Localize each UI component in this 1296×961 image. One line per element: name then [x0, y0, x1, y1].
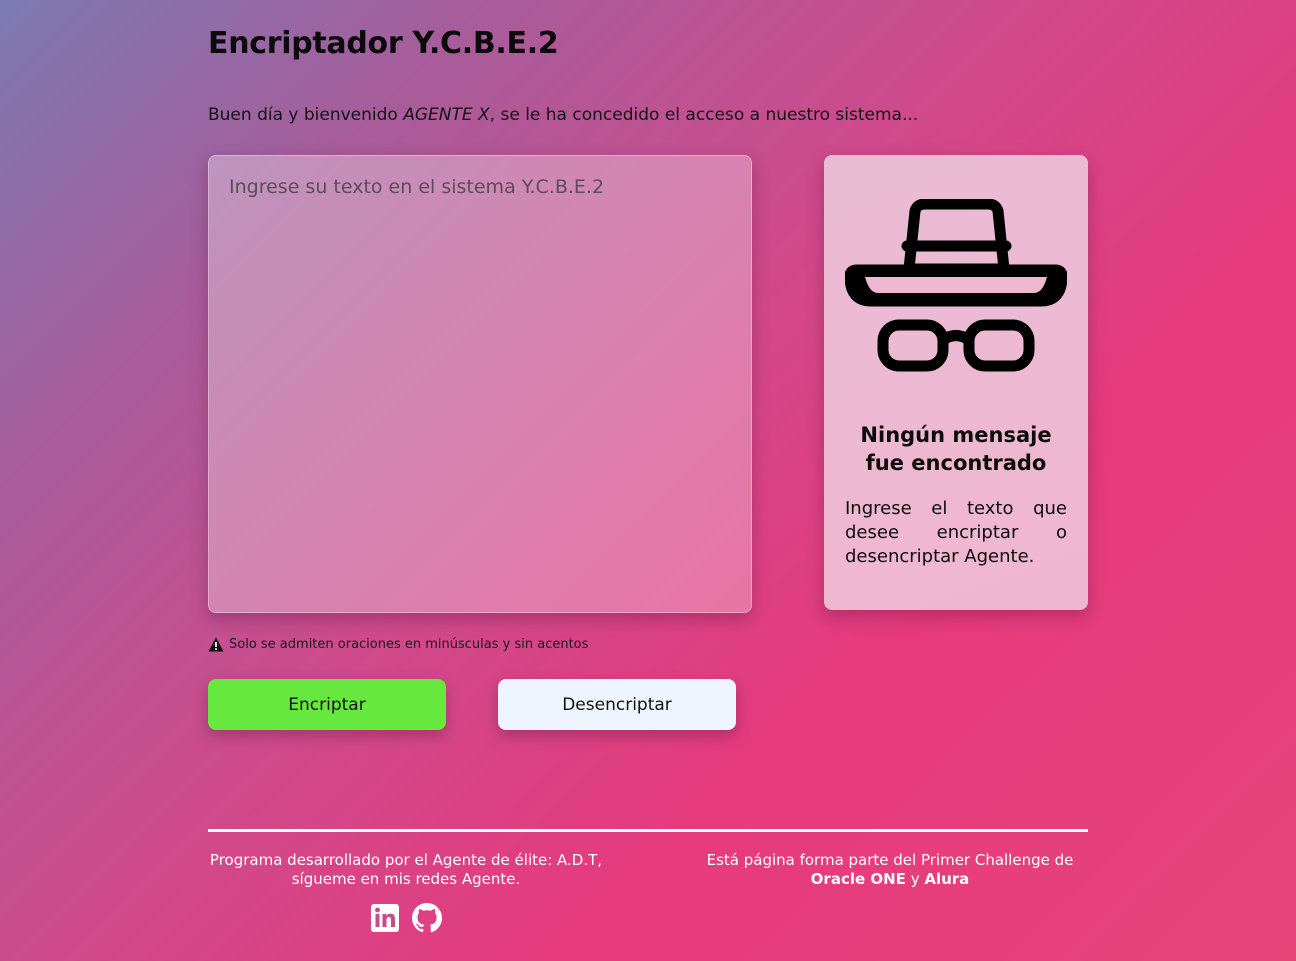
result-title: Ningún mensaje fue encontrado [860, 423, 1052, 475]
footer-divider [208, 829, 1088, 832]
footer-and-text: y [905, 870, 925, 888]
warning-text: Solo se admiten oraciones en minúsculas … [229, 637, 589, 652]
footer-credits: Programa desarrollado por el Agente de é… [208, 851, 604, 889]
footer-challenge-line1: Está página forma parte del Primer Chall… [706, 851, 1074, 869]
footer-challenge-line2: Oracle ONE y Alura [692, 870, 1088, 889]
incognito-agent-icon [845, 199, 1067, 372]
welcome-suffix: , se le ha concedido el acceso a nuestro… [489, 105, 919, 125]
footer-credits-line1: Programa desarrollado por el Agente de é… [209, 851, 603, 869]
welcome-prefix: Buen día y bienvenido [208, 105, 404, 125]
warning-note: Solo se admiten oraciones en minúsculas … [208, 637, 588, 652]
github-link[interactable] [412, 903, 442, 933]
warning-triangle-icon [208, 637, 224, 652]
welcome-message: Buen día y bienvenido AGENTE X, se le ha… [208, 105, 918, 125]
oracle-one-text: Oracle ONE [810, 870, 906, 888]
linkedin-icon [371, 904, 399, 932]
encrypt-button[interactable]: Encriptar [208, 679, 446, 730]
message-input[interactable] [208, 155, 752, 613]
page-title: Encriptador Y.C.B.E.2 [208, 26, 559, 61]
github-icon [412, 903, 442, 933]
result-description: Ingrese el texto que desee encriptar o d… [845, 498, 1067, 567]
result-card: Ningún mensaje fue encontrado Ingrese el… [824, 155, 1088, 610]
alura-text: Alura [924, 870, 970, 888]
welcome-agent-name: AGENTE X [403, 105, 490, 125]
decrypt-button[interactable]: Desencriptar [498, 679, 736, 730]
footer-credits-line2: sígueme en mis redes Agente. [291, 870, 521, 888]
footer-challenge: Está página forma parte del Primer Chall… [692, 851, 1088, 889]
linkedin-link[interactable] [370, 903, 400, 933]
